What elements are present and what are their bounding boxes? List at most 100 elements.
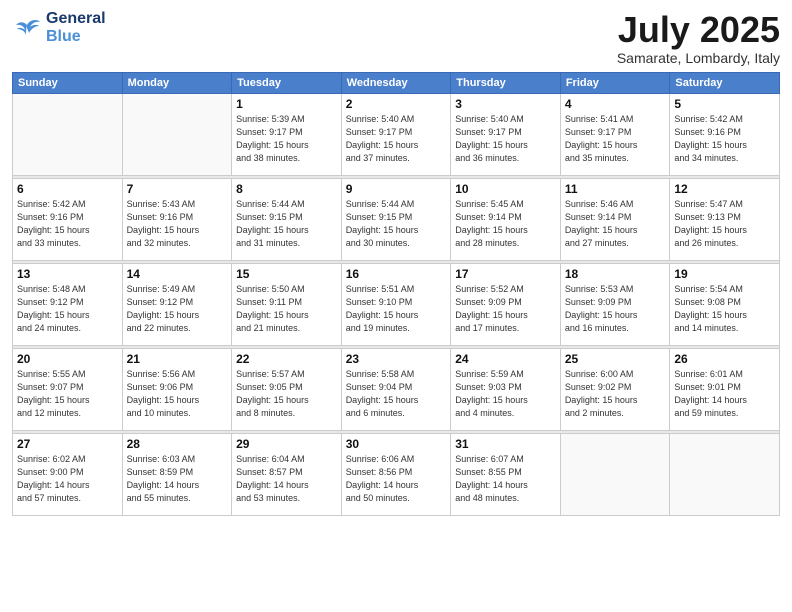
calendar-cell: 4 Sunrise: 5:41 AM Sunset: 9:17 PM Daylig…	[560, 93, 670, 175]
day-info: Sunrise: 5:53 AM Sunset: 9:09 PM Dayligh…	[565, 283, 666, 335]
day-number: 11	[565, 182, 666, 196]
calendar-cell: 9 Sunrise: 5:44 AM Sunset: 9:15 PM Daylig…	[341, 178, 451, 260]
logo: General Blue	[12, 10, 106, 45]
day-number: 27	[17, 437, 118, 451]
calendar-cell	[13, 93, 123, 175]
day-number: 26	[674, 352, 775, 366]
calendar-cell	[560, 433, 670, 515]
calendar-cell: 29Sunrise: 6:04 AM Sunset: 8:57 PM Dayli…	[232, 433, 342, 515]
calendar-cell: 7 Sunrise: 5:43 AM Sunset: 9:16 PM Daylig…	[122, 178, 232, 260]
calendar-cell: 20 Sunrise: 5:55 AM Sunset: 9:07 PM Dayli…	[13, 348, 123, 430]
day-number: 30	[346, 437, 447, 451]
calendar-header-row: Sunday Monday Tuesday Wednesday Thursday…	[13, 72, 780, 93]
calendar-cell: 15 Sunrise: 5:50 AM Sunset: 9:11 PM Dayli…	[232, 263, 342, 345]
day-info: Sunrise: 5:40 AM Sunset: 9:17 PM Dayligh…	[346, 113, 447, 165]
header-friday: Friday	[560, 72, 670, 93]
calendar-week-1: 6 Sunrise: 5:42 AM Sunset: 9:16 PM Daylig…	[13, 178, 780, 260]
calendar-cell: 3 Sunrise: 5:40 AM Sunset: 9:17 PM Daylig…	[451, 93, 561, 175]
calendar-cell: 31Sunrise: 6:07 AM Sunset: 8:55 PM Dayli…	[451, 433, 561, 515]
day-info: Sunrise: 5:55 AM Sunset: 9:07 PM Dayligh…	[17, 368, 118, 420]
calendar-cell: 26 Sunrise: 6:01 AM Sunset: 9:01 PM Dayli…	[670, 348, 780, 430]
day-number: 9	[346, 182, 447, 196]
calendar-cell	[670, 433, 780, 515]
day-number: 12	[674, 182, 775, 196]
day-info: Sunrise: 6:01 AM Sunset: 9:01 PM Dayligh…	[674, 368, 775, 420]
day-info: Sunrise: 5:46 AM Sunset: 9:14 PM Dayligh…	[565, 198, 666, 250]
day-number: 20	[17, 352, 118, 366]
day-number: 25	[565, 352, 666, 366]
calendar-cell: 22 Sunrise: 5:57 AM Sunset: 9:05 PM Dayli…	[232, 348, 342, 430]
calendar-cell: 2 Sunrise: 5:40 AM Sunset: 9:17 PM Daylig…	[341, 93, 451, 175]
calendar-cell: 23Sunrise: 5:58 AM Sunset: 9:04 PM Dayli…	[341, 348, 451, 430]
calendar-cell: 27 Sunrise: 6:02 AM Sunset: 9:00 PM Dayli…	[13, 433, 123, 515]
day-number: 22	[236, 352, 337, 366]
calendar-cell: 6 Sunrise: 5:42 AM Sunset: 9:16 PM Daylig…	[13, 178, 123, 260]
day-number: 21	[127, 352, 228, 366]
header-saturday: Saturday	[670, 72, 780, 93]
day-number: 19	[674, 267, 775, 281]
calendar-cell: 12Sunrise: 5:47 AM Sunset: 9:13 PM Dayli…	[670, 178, 780, 260]
day-info: Sunrise: 6:03 AM Sunset: 8:59 PM Dayligh…	[127, 453, 228, 505]
day-info: Sunrise: 5:51 AM Sunset: 9:10 PM Dayligh…	[346, 283, 447, 335]
calendar-cell: 8Sunrise: 5:44 AM Sunset: 9:15 PM Daylig…	[232, 178, 342, 260]
day-info: Sunrise: 5:56 AM Sunset: 9:06 PM Dayligh…	[127, 368, 228, 420]
day-number: 8	[236, 182, 337, 196]
day-number: 16	[346, 267, 447, 281]
day-number: 5	[674, 97, 775, 111]
calendar-cell: 11 Sunrise: 5:46 AM Sunset: 9:14 PM Dayli…	[560, 178, 670, 260]
calendar-cell: 10Sunrise: 5:45 AM Sunset: 9:14 PM Dayli…	[451, 178, 561, 260]
header-thursday: Thursday	[451, 72, 561, 93]
day-info: Sunrise: 5:41 AM Sunset: 9:17 PM Dayligh…	[565, 113, 666, 165]
day-info: Sunrise: 5:49 AM Sunset: 9:12 PM Dayligh…	[127, 283, 228, 335]
day-info: Sunrise: 5:42 AM Sunset: 9:16 PM Dayligh…	[17, 198, 118, 250]
day-number: 6	[17, 182, 118, 196]
logo-icon	[12, 17, 42, 39]
calendar-cell: 17 Sunrise: 5:52 AM Sunset: 9:09 PM Dayli…	[451, 263, 561, 345]
page: General Blue July 2025 Samarate, Lombard…	[0, 0, 792, 612]
day-info: Sunrise: 5:48 AM Sunset: 9:12 PM Dayligh…	[17, 283, 118, 335]
day-info: Sunrise: 6:06 AM Sunset: 8:56 PM Dayligh…	[346, 453, 447, 505]
calendar-table: Sunday Monday Tuesday Wednesday Thursday…	[12, 72, 780, 516]
day-info: Sunrise: 6:07 AM Sunset: 8:55 PM Dayligh…	[455, 453, 556, 505]
day-number: 17	[455, 267, 556, 281]
header-monday: Monday	[122, 72, 232, 93]
calendar-week-0: 1Sunrise: 5:39 AM Sunset: 9:17 PM Daylig…	[13, 93, 780, 175]
calendar-cell: 19Sunrise: 5:54 AM Sunset: 9:08 PM Dayli…	[670, 263, 780, 345]
calendar-cell: 28Sunrise: 6:03 AM Sunset: 8:59 PM Dayli…	[122, 433, 232, 515]
calendar-cell: 13 Sunrise: 5:48 AM Sunset: 9:12 PM Dayli…	[13, 263, 123, 345]
calendar-cell: 25 Sunrise: 6:00 AM Sunset: 9:02 PM Dayli…	[560, 348, 670, 430]
day-info: Sunrise: 5:43 AM Sunset: 9:16 PM Dayligh…	[127, 198, 228, 250]
day-number: 13	[17, 267, 118, 281]
day-number: 3	[455, 97, 556, 111]
calendar-cell: 16 Sunrise: 5:51 AM Sunset: 9:10 PM Dayli…	[341, 263, 451, 345]
day-info: Sunrise: 5:39 AM Sunset: 9:17 PM Dayligh…	[236, 113, 337, 165]
day-info: Sunrise: 5:50 AM Sunset: 9:11 PM Dayligh…	[236, 283, 337, 335]
day-number: 4	[565, 97, 666, 111]
day-info: Sunrise: 5:57 AM Sunset: 9:05 PM Dayligh…	[236, 368, 337, 420]
day-number: 7	[127, 182, 228, 196]
day-number: 15	[236, 267, 337, 281]
calendar-week-3: 20 Sunrise: 5:55 AM Sunset: 9:07 PM Dayli…	[13, 348, 780, 430]
calendar-cell: 5Sunrise: 5:42 AM Sunset: 9:16 PM Daylig…	[670, 93, 780, 175]
day-info: Sunrise: 6:04 AM Sunset: 8:57 PM Dayligh…	[236, 453, 337, 505]
day-info: Sunrise: 6:00 AM Sunset: 9:02 PM Dayligh…	[565, 368, 666, 420]
calendar-cell: 18 Sunrise: 5:53 AM Sunset: 9:09 PM Dayli…	[560, 263, 670, 345]
header-tuesday: Tuesday	[232, 72, 342, 93]
calendar-cell: 21 Sunrise: 5:56 AM Sunset: 9:06 PM Dayli…	[122, 348, 232, 430]
calendar-cell: 24 Sunrise: 5:59 AM Sunset: 9:03 PM Dayli…	[451, 348, 561, 430]
day-number: 18	[565, 267, 666, 281]
month-title: July 2025	[617, 10, 780, 50]
day-number: 2	[346, 97, 447, 111]
day-info: Sunrise: 5:59 AM Sunset: 9:03 PM Dayligh…	[455, 368, 556, 420]
calendar-cell: 1Sunrise: 5:39 AM Sunset: 9:17 PM Daylig…	[232, 93, 342, 175]
day-info: Sunrise: 5:44 AM Sunset: 9:15 PM Dayligh…	[346, 198, 447, 250]
day-info: Sunrise: 5:40 AM Sunset: 9:17 PM Dayligh…	[455, 113, 556, 165]
header-wednesday: Wednesday	[341, 72, 451, 93]
logo-line2: Blue	[46, 28, 106, 46]
day-number: 14	[127, 267, 228, 281]
day-info: Sunrise: 5:52 AM Sunset: 9:09 PM Dayligh…	[455, 283, 556, 335]
day-number: 10	[455, 182, 556, 196]
calendar-cell: 30 Sunrise: 6:06 AM Sunset: 8:56 PM Dayli…	[341, 433, 451, 515]
day-number: 24	[455, 352, 556, 366]
day-info: Sunrise: 6:02 AM Sunset: 9:00 PM Dayligh…	[17, 453, 118, 505]
